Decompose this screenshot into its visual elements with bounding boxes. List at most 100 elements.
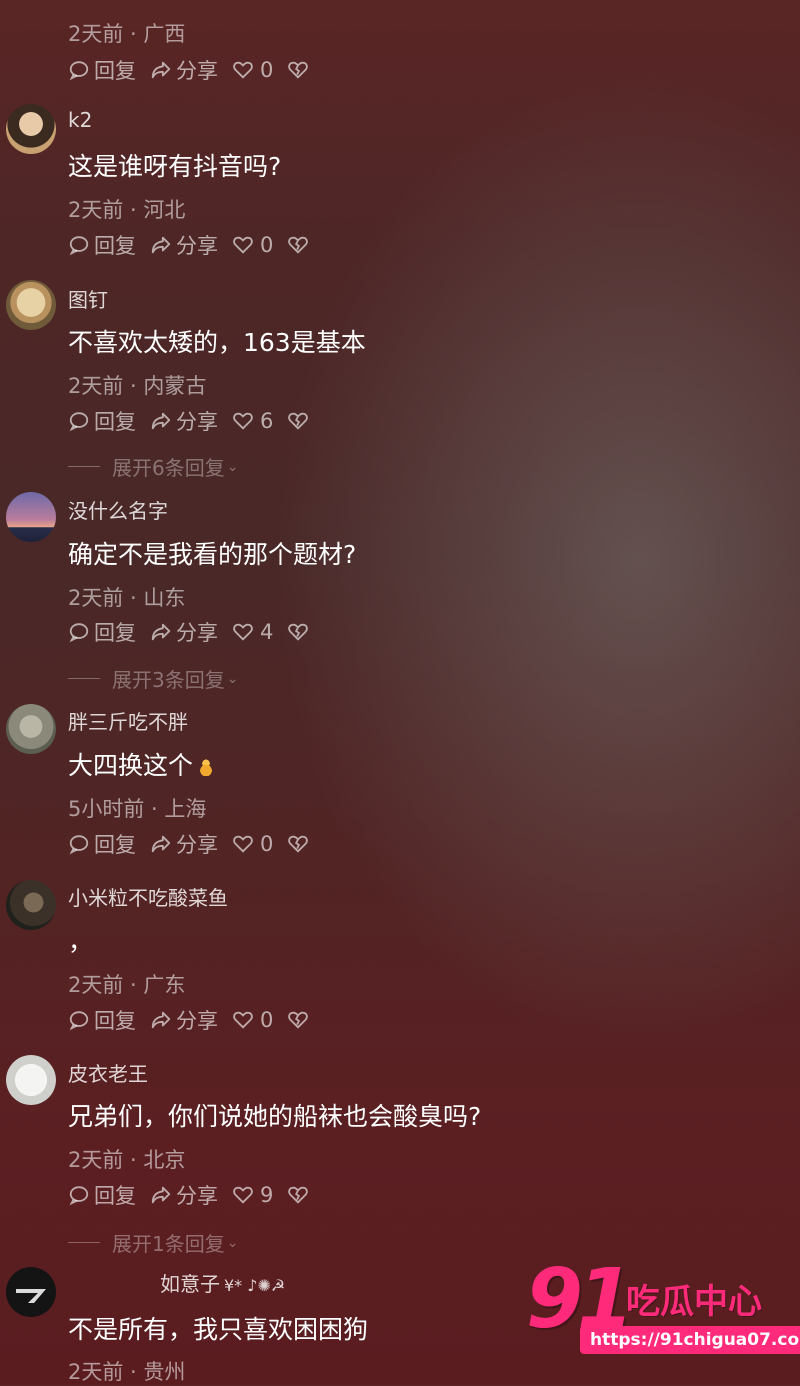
username[interactable]: 小米粒不吃酸菜鱼 <box>68 882 228 911</box>
chevron-down-icon: ⌄ <box>226 670 239 687</box>
share-arrow-icon <box>151 1011 171 1029</box>
share-arrow-icon <box>151 623 171 641</box>
like-button[interactable]: 0 <box>232 233 273 257</box>
share-button[interactable]: 分享 <box>150 617 218 647</box>
username-text: 如意子 <box>160 1272 220 1296</box>
comment-text: ， <box>68 927 94 956</box>
reply-bubble-icon <box>69 412 89 432</box>
like-button[interactable]: 6 <box>232 409 273 433</box>
expand-replies-label: 展开1条回复 <box>112 1232 225 1256</box>
dislike-button[interactable] <box>287 59 313 81</box>
comment-meta: 2天前 · 河北 <box>68 198 186 222</box>
like-count: 0 <box>260 1008 274 1032</box>
reply-bubble-icon <box>69 61 89 81</box>
dislike-button[interactable] <box>287 1009 313 1031</box>
comment-actions: 回复 分享 0 <box>68 230 327 260</box>
like-count: 0 <box>260 832 274 856</box>
heart-icon <box>233 1186 253 1204</box>
reply-bubble-icon <box>69 1186 89 1206</box>
heart-icon <box>233 623 253 641</box>
gourd-emoji-icon <box>199 758 214 776</box>
expand-replies-link[interactable]: 展开6条回复 ⌄ <box>68 452 238 481</box>
username[interactable]: 如意子 ¥* ♪✺☭ <box>160 1268 285 1297</box>
avatar[interactable] <box>6 104 56 154</box>
share-button[interactable]: 分享 <box>150 1180 218 1210</box>
comment-actions: 回复 分享 9 <box>68 1180 327 1210</box>
decoration-symbols-icon: ¥* ♪✺☭ <box>224 1276 286 1295</box>
like-button[interactable]: 9 <box>232 1183 273 1207</box>
dislike-button[interactable] <box>287 621 313 643</box>
like-button[interactable]: 0 <box>232 58 273 82</box>
reply-label: 回复 <box>94 833 136 857</box>
like-button[interactable]: 0 <box>232 832 273 856</box>
watermark-url: https://91chigua07.com <box>580 1326 800 1354</box>
like-button[interactable]: 4 <box>232 620 273 644</box>
username[interactable]: 没什么名字 <box>68 495 168 524</box>
avatar[interactable] <box>6 1055 56 1105</box>
heart-icon <box>233 61 253 79</box>
comment-meta: 2天前 · 北京 <box>68 1148 186 1172</box>
expand-replies-link[interactable]: 展开3条回复 ⌄ <box>68 664 238 693</box>
share-button[interactable]: 分享 <box>150 230 218 260</box>
share-button[interactable]: 分享 <box>150 55 218 85</box>
divider <box>68 1242 100 1243</box>
comment-actions: 回复 分享 0 <box>68 55 327 85</box>
comment-text: 确定不是我看的那个题材? <box>68 540 357 569</box>
share-arrow-icon <box>151 835 171 853</box>
comment-meta: 5小时前 · 上海 <box>68 797 207 821</box>
reply-label: 回复 <box>94 59 136 83</box>
share-button[interactable]: 分享 <box>150 829 218 859</box>
reply-button[interactable]: 回复 <box>68 230 136 260</box>
share-button[interactable]: 分享 <box>150 1005 218 1035</box>
share-button[interactable]: 分享 <box>150 406 218 436</box>
comment-meta: 2天前 · 山东 <box>68 586 186 610</box>
reply-button[interactable]: 回复 <box>68 829 136 859</box>
dislike-button[interactable] <box>287 410 313 432</box>
expand-replies-label: 展开3条回复 <box>112 668 225 692</box>
dislike-button[interactable] <box>287 1184 313 1206</box>
share-arrow-icon <box>151 236 171 254</box>
reply-label: 回复 <box>94 621 136 645</box>
reply-button[interactable]: 回复 <box>68 55 136 85</box>
avatar[interactable] <box>6 492 56 542</box>
chevron-down-icon: ⌄ <box>226 1234 239 1251</box>
username[interactable]: 图钉 <box>68 284 108 313</box>
avatar[interactable] <box>6 880 56 930</box>
broken-heart-icon <box>288 1186 309 1204</box>
reply-button[interactable]: 回复 <box>68 1180 136 1210</box>
username[interactable]: 胖三斤吃不胖 <box>68 706 188 735</box>
comment-text-content: 大四换这个 <box>68 751 194 780</box>
like-button[interactable]: 0 <box>232 1008 273 1032</box>
share-label: 分享 <box>176 621 218 645</box>
like-count: 0 <box>260 233 274 257</box>
avatar[interactable] <box>6 1267 56 1317</box>
reply-bubble-icon <box>69 236 89 256</box>
dislike-button[interactable] <box>287 234 313 256</box>
broken-heart-icon <box>288 623 309 641</box>
comment-text: 大四换这个 <box>68 746 214 782</box>
reply-label: 回复 <box>94 1009 136 1033</box>
expand-replies-label: 展开6条回复 <box>112 456 225 480</box>
comment-actions: 回复 分享 4 <box>68 617 327 647</box>
divider <box>68 466 100 467</box>
reply-button[interactable]: 回复 <box>68 1005 136 1035</box>
expand-replies-link[interactable]: 展开1条回复 ⌄ <box>68 1228 238 1257</box>
divider <box>68 678 100 679</box>
avatar[interactable] <box>6 704 56 754</box>
watermark-logo: 91 吃瓜中心 https://91chigua07.com <box>522 1252 800 1362</box>
share-label: 分享 <box>176 1009 218 1033</box>
username[interactable]: k2 <box>68 108 92 132</box>
share-arrow-icon <box>151 412 171 430</box>
watermark-title: 吃瓜中心 <box>626 1282 762 1322</box>
reply-button[interactable]: 回复 <box>68 406 136 436</box>
reply-bubble-icon <box>69 835 89 855</box>
comment-text: 不是所有，我只喜欢困困狗 <box>68 1315 369 1344</box>
username[interactable]: 皮衣老王 <box>68 1058 148 1087</box>
share-arrow-icon <box>151 1186 171 1204</box>
share-label: 分享 <box>176 833 218 857</box>
reply-label: 回复 <box>94 234 136 258</box>
dislike-button[interactable] <box>287 833 313 855</box>
broken-heart-icon <box>288 61 309 79</box>
reply-button[interactable]: 回复 <box>68 617 136 647</box>
avatar[interactable] <box>6 280 56 330</box>
